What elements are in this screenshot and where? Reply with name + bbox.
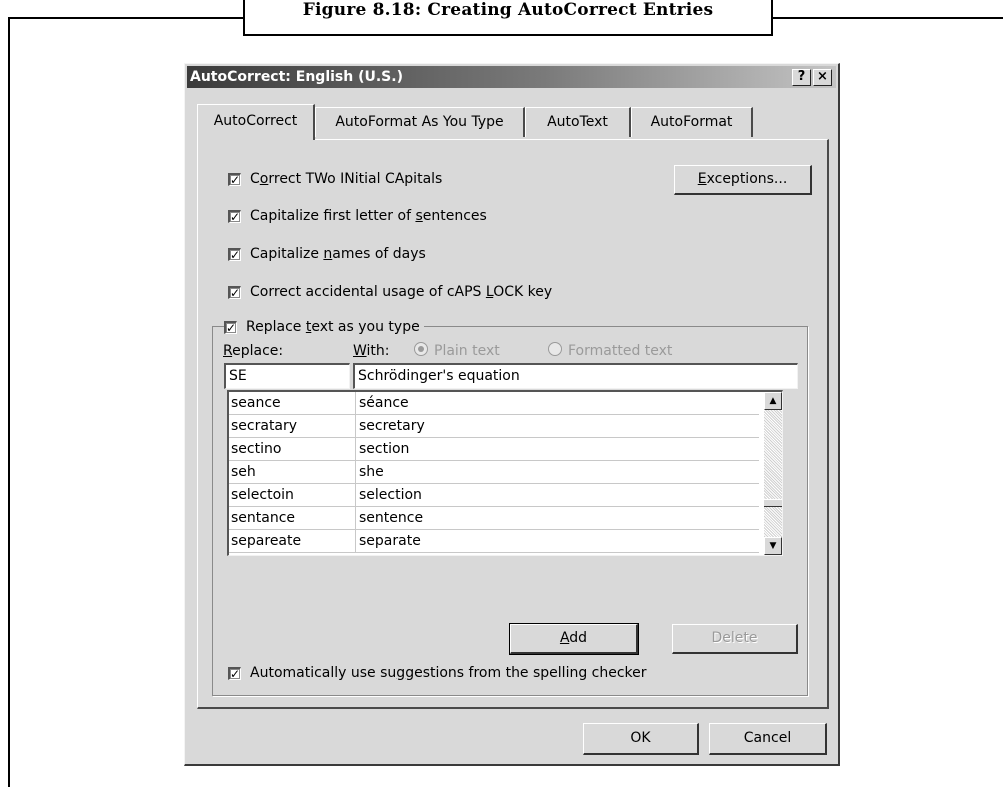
- scroll-down-button[interactable]: ▼: [764, 537, 782, 555]
- checkbox[interactable]: ✓: [228, 247, 241, 261]
- list-item[interactable]: selectoin selection: [229, 484, 759, 507]
- checkbox[interactable]: ✓: [228, 172, 241, 186]
- list-item[interactable]: seance séance: [229, 392, 759, 415]
- autocorrect-panel: ✓ Correct TWo INitial CApitals Exception…: [197, 139, 829, 709]
- entry-replace-cell: selectoin: [231, 484, 356, 506]
- tab-autoformat-as-you-type[interactable]: AutoFormat As You Type: [315, 107, 525, 137]
- entry-with-cell: separate: [359, 533, 421, 549]
- radio-button[interactable]: [548, 342, 562, 356]
- option-caps-lock[interactable]: ✓ Correct accidental usage of cAPS LOCK …: [228, 283, 552, 301]
- option-capitalize-days[interactable]: ✓ Capitalize names of days: [228, 245, 426, 263]
- list-scrollbar[interactable]: ▲ ▼: [764, 392, 782, 555]
- entry-replace-cell: separeate: [231, 530, 356, 552]
- with-input[interactable]: Schrödinger's equation: [353, 363, 798, 389]
- entry-with-cell: sentence: [359, 510, 424, 526]
- list-item[interactable]: sectino section: [229, 438, 759, 461]
- with-label: With:: [353, 343, 390, 359]
- checkbox[interactable]: ✓: [228, 666, 241, 680]
- tab-label: AutoFormat: [650, 114, 733, 130]
- checkbox[interactable]: ✓: [224, 320, 237, 334]
- entry-with-cell: section: [359, 441, 410, 457]
- radio-plain-text[interactable]: Plain text: [414, 342, 500, 360]
- figure-frame-right-top: [772, 17, 1003, 19]
- option-label: Correct TWo INitial CApitals: [250, 171, 443, 187]
- add-button[interactable]: Add: [509, 623, 639, 655]
- tab-label: AutoText: [547, 114, 608, 130]
- entry-replace-cell: sectino: [231, 438, 356, 460]
- entry-with-cell: selection: [359, 487, 422, 503]
- radio-button[interactable]: [414, 342, 428, 356]
- close-button[interactable]: ×: [813, 69, 832, 86]
- tab-autotext[interactable]: AutoText: [525, 107, 631, 137]
- option-label: Automatically use suggestions from the s…: [250, 665, 647, 681]
- option-label: Capitalize first letter of sentences: [250, 208, 487, 224]
- option-label: Replace text as you type: [246, 319, 420, 335]
- radio-formatted-text[interactable]: Formatted text: [548, 342, 672, 360]
- title-bar[interactable]: AutoCorrect: English (U.S.) ? ×: [187, 66, 836, 88]
- list-item[interactable]: seh she: [229, 461, 759, 484]
- checkbox[interactable]: ✓: [228, 285, 241, 299]
- dialog-title: AutoCorrect: English (U.S.): [190, 69, 403, 85]
- replace-label: Replace:: [223, 343, 284, 359]
- autocorrect-dialog: AutoCorrect: English (U.S.) ? × AutoCorr…: [184, 63, 840, 766]
- list-item[interactable]: sentance sentence: [229, 507, 759, 530]
- figure-caption: Figure 8.18: Creating AutoCorrect Entrie…: [243, 0, 773, 36]
- figure-frame-left-top: [8, 17, 244, 19]
- option-label: Correct accidental usage of cAPS LOCK ke…: [250, 284, 553, 300]
- option-capitalize-first-letter[interactable]: ✓ Capitalize first letter of sentences: [228, 207, 487, 225]
- replace-text-as-you-type[interactable]: ✓ Replace text as you type: [224, 318, 424, 336]
- help-button[interactable]: ?: [792, 69, 811, 86]
- entry-replace-cell: seance: [231, 392, 356, 414]
- tab-autocorrect[interactable]: AutoCorrect: [197, 104, 315, 140]
- entry-replace-cell: sentance: [231, 507, 356, 529]
- delete-button[interactable]: Delete: [672, 624, 798, 654]
- entry-replace-cell: seh: [231, 461, 356, 483]
- scroll-up-button[interactable]: ▲: [764, 392, 782, 410]
- entry-replace-cell: secratary: [231, 415, 356, 437]
- option-correct-two-initial-capitals[interactable]: ✓ Correct TWo INitial CApitals: [228, 170, 442, 188]
- option-label: Capitalize names of days: [250, 246, 426, 262]
- replace-input[interactable]: SE: [224, 363, 350, 389]
- entry-with-cell: she: [359, 464, 384, 480]
- scroll-thumb[interactable]: [764, 499, 782, 507]
- option-spelling-suggestions[interactable]: ✓ Automatically use suggestions from the…: [228, 664, 647, 682]
- figure-frame-left-side: [8, 17, 10, 787]
- entry-with-cell: séance: [359, 395, 409, 411]
- list-item[interactable]: secratary secretary: [229, 415, 759, 438]
- tab-label: AutoCorrect: [213, 113, 298, 129]
- checkbox[interactable]: ✓: [228, 209, 241, 223]
- close-icon: ×: [817, 69, 828, 84]
- list-item[interactable]: separeate separate: [229, 530, 759, 553]
- ok-button[interactable]: OK: [583, 723, 699, 755]
- cancel-button[interactable]: Cancel: [709, 723, 827, 755]
- tab-label: AutoFormat As You Type: [335, 114, 504, 130]
- tab-autoformat[interactable]: AutoFormat: [631, 107, 753, 137]
- help-icon: ?: [797, 69, 806, 84]
- entry-with-cell: secretary: [359, 418, 425, 434]
- autocorrect-entries-list[interactable]: separeate separate sentance sentence selecto…: [227, 390, 783, 556]
- exceptions-button[interactable]: Exceptions...: [674, 165, 812, 195]
